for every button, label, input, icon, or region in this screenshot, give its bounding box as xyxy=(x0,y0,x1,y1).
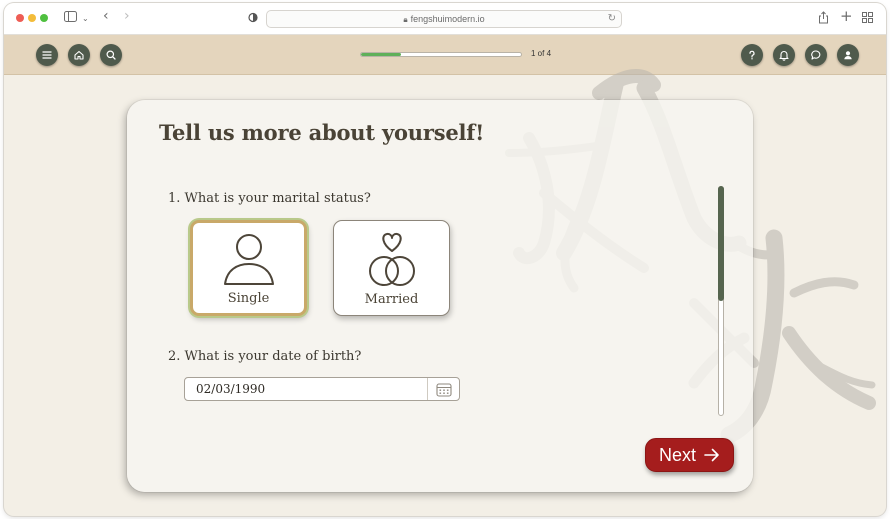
sidebar-toggle-icon[interactable] xyxy=(64,11,78,26)
progress-fill xyxy=(361,53,401,56)
next-button[interactable]: Next xyxy=(645,438,734,472)
back-arrow-icon[interactable]: ‹ xyxy=(103,9,109,23)
browser-toolbar: ⌄ ‹ › 🔒︎ fengshuimodern.io ↻ + xyxy=(4,3,886,35)
profile-button[interactable] xyxy=(837,44,859,66)
zoom-window-button[interactable] xyxy=(40,14,48,22)
option-married[interactable]: Married xyxy=(333,220,450,316)
calendar-icon xyxy=(435,382,452,397)
chevron-down-icon[interactable]: ⌄ xyxy=(82,12,89,26)
share-icon[interactable] xyxy=(818,11,829,27)
search-icon xyxy=(106,50,116,60)
question-marital-status: 1. What is your marital status? xyxy=(168,191,371,206)
forward-arrow-icon[interactable]: › xyxy=(124,9,130,23)
question-date-of-birth: 2. What is your date of birth? xyxy=(168,349,362,364)
minimize-window-button[interactable] xyxy=(28,14,36,22)
option-single-label: Single xyxy=(227,291,270,306)
privacy-shield-icon[interactable] xyxy=(248,12,258,26)
chat-icon xyxy=(811,50,821,60)
home-icon xyxy=(74,50,84,60)
tab-overview-icon[interactable] xyxy=(862,12,873,26)
option-single[interactable]: Single xyxy=(190,220,307,316)
progress-bar xyxy=(360,52,522,57)
next-button-label: Next xyxy=(658,444,696,465)
option-married-label: Married xyxy=(364,292,419,307)
questionnaire-card: Tell us more about yourself! 1. What is … xyxy=(127,100,753,492)
close-window-button[interactable] xyxy=(16,14,24,22)
reload-icon[interactable]: ↻ xyxy=(608,11,616,27)
user-icon xyxy=(844,51,852,60)
scrollbar-thumb[interactable] xyxy=(718,186,724,301)
home-button[interactable] xyxy=(68,44,90,66)
person-icon xyxy=(223,234,274,285)
address-bar[interactable]: 🔒︎ fengshuimodern.io ↻ xyxy=(266,10,622,28)
rings-heart-icon xyxy=(368,232,415,286)
page-title: Tell us more about yourself! xyxy=(159,120,485,145)
chat-button[interactable] xyxy=(805,44,827,66)
help-icon xyxy=(749,50,755,60)
address-url: fengshuimodern.io xyxy=(410,14,485,24)
calendar-button[interactable] xyxy=(427,378,459,400)
notifications-button[interactable] xyxy=(773,44,795,66)
help-button[interactable] xyxy=(741,44,763,66)
new-tab-icon[interactable]: + xyxy=(840,9,853,24)
progress-label: 1 of 4 xyxy=(531,49,552,58)
date-of-birth-input[interactable]: 02/03/1990 xyxy=(184,377,460,401)
lock-icon: 🔒︎ xyxy=(403,15,408,24)
menu-button[interactable] xyxy=(36,44,58,66)
menu-icon xyxy=(42,51,52,59)
arrow-right-icon xyxy=(704,448,719,462)
bell-icon xyxy=(779,51,789,61)
search-button[interactable] xyxy=(100,44,122,66)
browser-window: ⌄ ‹ › 🔒︎ fengshuimodern.io ↻ + 1 of 4 Te… xyxy=(4,3,886,516)
